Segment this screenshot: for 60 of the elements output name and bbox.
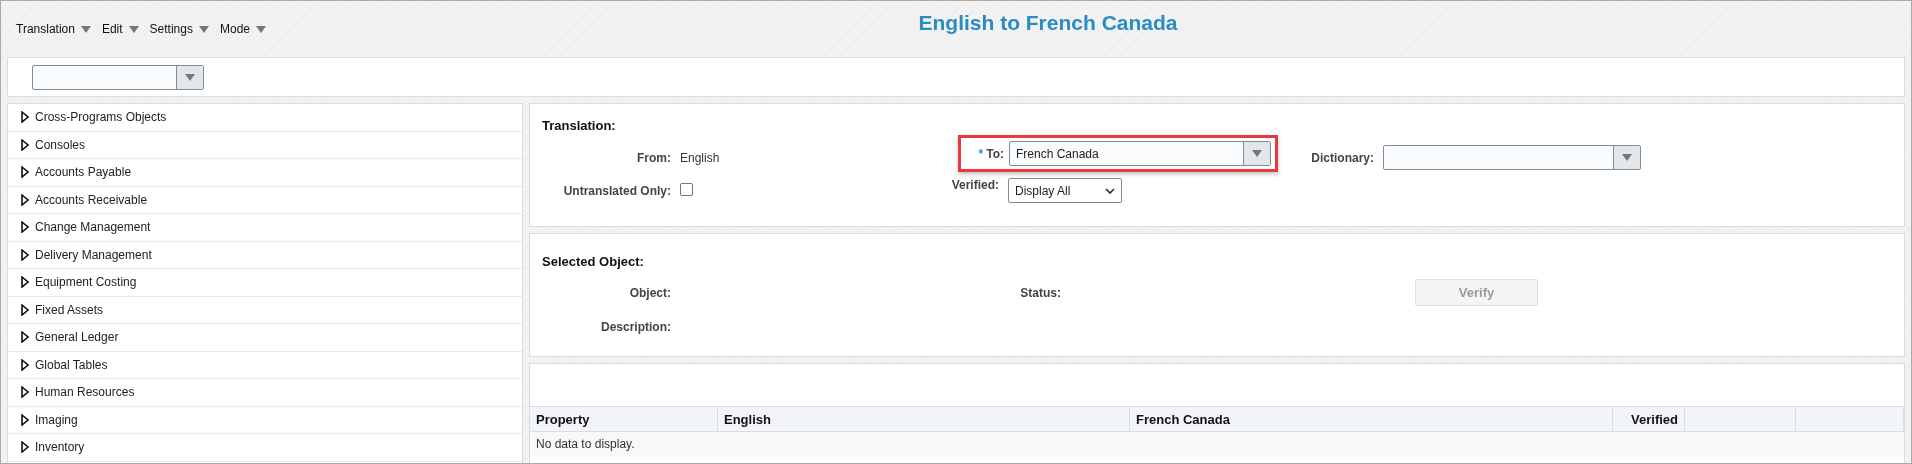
tree-item[interactable]: Fixed Assets xyxy=(8,296,522,324)
menu-item[interactable]: Mode xyxy=(219,22,266,36)
tree-item[interactable]: Inventory xyxy=(8,434,522,462)
combo-box[interactable] xyxy=(32,64,204,90)
tree-item-label: Global Tables xyxy=(35,357,108,372)
tree-item-label: Accounts Payable xyxy=(35,165,132,180)
caret-icon xyxy=(1622,154,1632,161)
tree-item[interactable]: Cross-Programs Objects xyxy=(8,104,522,132)
tree-item-label: Accounts Receivable xyxy=(35,192,148,207)
column-header: English xyxy=(718,407,1130,431)
tree-item-label: Equipment Costing xyxy=(35,275,137,290)
tree-item[interactable]: Accounts Payable xyxy=(8,159,522,187)
tree-item-label: General Ledger xyxy=(35,330,119,345)
column-header: French Canada xyxy=(1130,407,1613,431)
tree-item-label: Delivery Management xyxy=(35,247,152,262)
field-label: Object: xyxy=(629,285,672,300)
tree-item-label: Consoles xyxy=(35,137,86,152)
tree-item-label: Cross-Programs Objects xyxy=(35,110,167,125)
caret-icon xyxy=(256,25,266,33)
tree-item[interactable]: Equipment Costing xyxy=(8,269,522,297)
menu-item[interactable]: Edit xyxy=(101,22,139,36)
column-header: Verified xyxy=(1613,407,1685,431)
field-value: English xyxy=(680,150,721,165)
caret-icon xyxy=(198,25,209,33)
tree-item[interactable]: Change Management xyxy=(8,214,522,242)
field-label: Verified: xyxy=(951,178,1000,192)
dropdown-field[interactable] xyxy=(1383,145,1641,170)
caret-icon xyxy=(80,25,91,33)
menu-item[interactable]: Settings xyxy=(149,22,209,36)
caret-icon xyxy=(128,25,139,33)
tree-item[interactable]: Consoles xyxy=(8,131,522,159)
tree-item-label: Inventory xyxy=(35,440,85,455)
column-header: Property xyxy=(530,407,718,431)
tree-item[interactable]: Imaging xyxy=(8,406,522,434)
menu-item[interactable]: Translation xyxy=(16,22,91,36)
field-label: Description: xyxy=(601,320,672,334)
checkbox[interactable] xyxy=(680,182,693,196)
tree-item-label: Human Resources xyxy=(35,385,135,400)
field-label: From: xyxy=(637,150,672,165)
tree-item[interactable]: Delivery Management xyxy=(8,241,522,269)
section-heading: Translation: xyxy=(542,118,617,133)
tree-item[interactable]: Human Resources xyxy=(8,379,522,407)
select-field[interactable]: Display All xyxy=(1008,178,1122,203)
caret-icon xyxy=(185,73,195,81)
field-label: Status: xyxy=(1020,285,1062,300)
tree-item[interactable]: General Ledger xyxy=(8,324,522,352)
chevron-down-icon xyxy=(1105,187,1115,194)
section-heading: Selected Object: xyxy=(542,254,645,269)
tree-item[interactable]: Global Tables xyxy=(8,351,522,379)
field-label: * To: xyxy=(978,146,1004,161)
empty-message: No data to display. xyxy=(530,432,1904,456)
tree-item[interactable]: Accounts Receivable xyxy=(8,186,522,214)
field-label: Dictionary: xyxy=(1311,150,1375,165)
tree-item-label: Fixed Assets xyxy=(35,302,104,317)
page-title: English to French Canada xyxy=(917,11,1178,35)
field-label: Untranslated Only: xyxy=(563,183,672,198)
dropdown-field[interactable]: French Canada xyxy=(1009,141,1271,166)
tree-item-label: Change Management xyxy=(35,220,151,235)
tree-item-label: Imaging xyxy=(35,412,78,427)
caret-icon xyxy=(1252,150,1262,157)
